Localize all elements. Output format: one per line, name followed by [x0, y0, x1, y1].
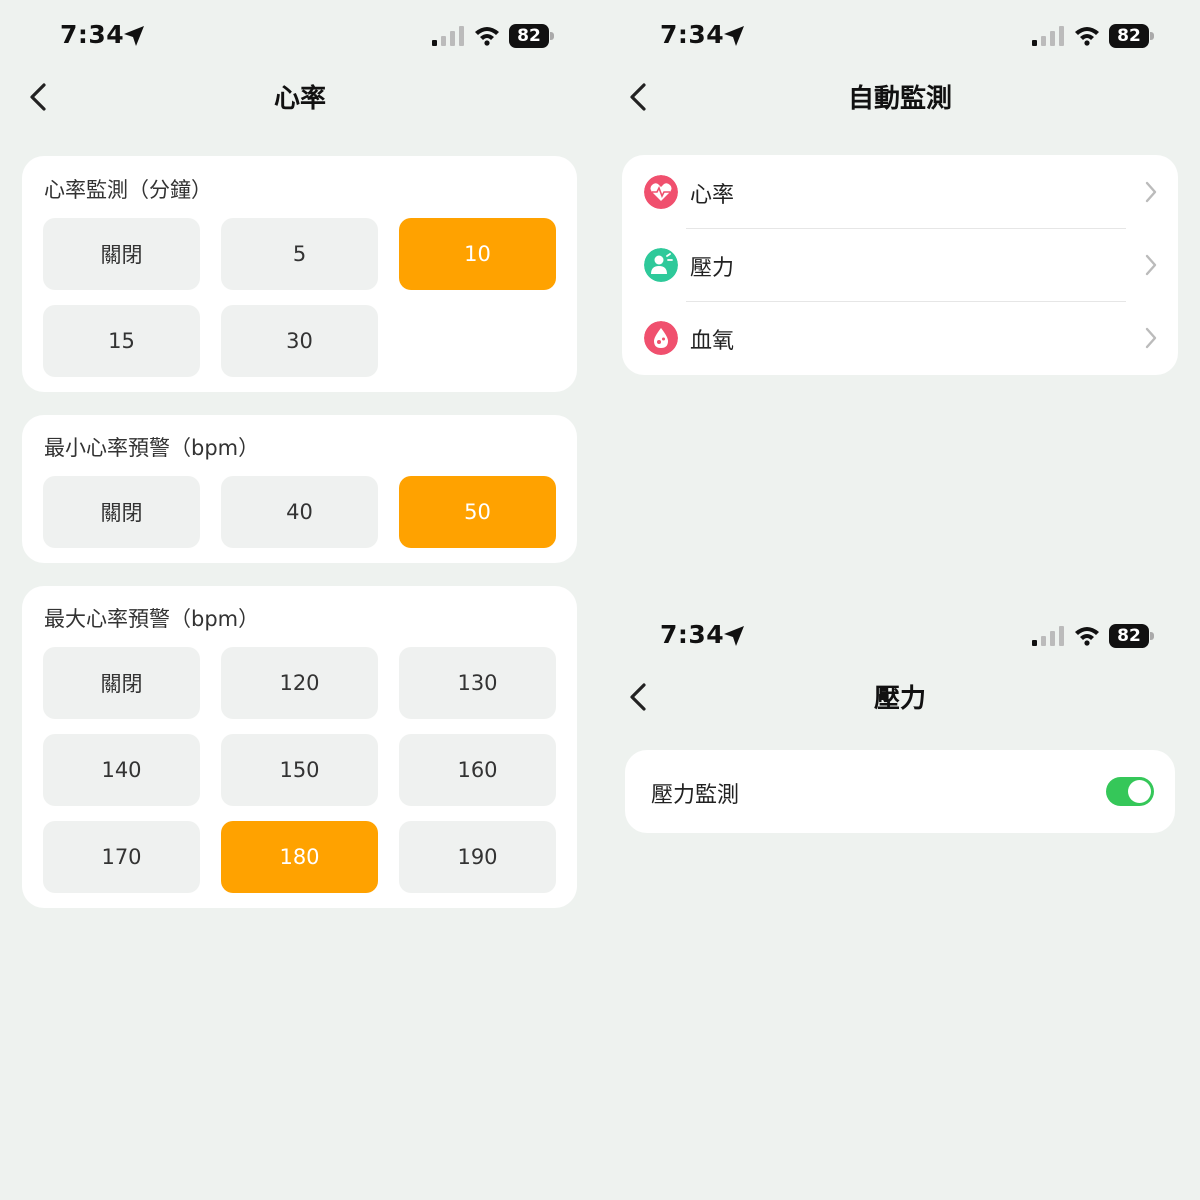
chevron-right-icon — [1145, 181, 1157, 203]
min-heart-rate-alert-card: 最小心率預警（bpm） 關閉 40 50 — [22, 415, 577, 563]
navigation-bar: 心率 — [0, 70, 600, 124]
auto-monitor-screen: 7:34 82 自動監測 心率 壓力 血氧 — [600, 0, 1200, 600]
setting-label: 壓力監測 — [651, 783, 740, 808]
heart-rate-monitor-card: 心率監測（分鐘） 關閉 5 10 15 30 — [22, 156, 577, 392]
option-130[interactable]: 130 — [399, 647, 556, 719]
battery-level: 82 — [1109, 24, 1149, 48]
option-50-selected[interactable]: 50 — [399, 476, 556, 548]
location-arrow-icon — [124, 26, 144, 46]
list-item-label: 血氧 — [690, 329, 735, 354]
navigation-bar: 自動監測 — [600, 70, 1200, 124]
option-170[interactable]: 170 — [43, 821, 200, 893]
status-bar: 7:34 82 — [600, 600, 1200, 670]
cellular-signal-icon — [1032, 626, 1064, 646]
blood-oxygen-icon — [644, 321, 678, 355]
navigation-bar: 壓力 — [600, 670, 1200, 724]
heart-rate-icon — [644, 175, 678, 209]
option-180-selected[interactable]: 180 — [221, 821, 378, 893]
max-heart-rate-alert-card: 最大心率預警（bpm） 關閉 120 130 140 150 160 170 1… — [22, 586, 577, 908]
option-10-selected[interactable]: 10 — [399, 218, 556, 290]
option-140[interactable]: 140 — [43, 734, 200, 806]
wifi-icon — [1075, 27, 1099, 46]
list-item-heart-rate[interactable]: 心率 — [622, 155, 1178, 228]
status-bar: 7:34 82 — [0, 0, 600, 70]
option-off[interactable]: 關閉 — [43, 218, 200, 290]
list-item-blood-oxygen[interactable]: 血氧 — [622, 301, 1178, 374]
stress-monitor-setting-row: 壓力監測 — [625, 750, 1175, 833]
page-title: 心率 — [273, 84, 326, 114]
location-arrow-icon — [724, 626, 744, 646]
option-40[interactable]: 40 — [221, 476, 378, 548]
option-off[interactable]: 關閉 — [43, 476, 200, 548]
card-title: 最小心率預警（bpm） — [44, 436, 260, 460]
stress-monitor-toggle[interactable] — [1106, 777, 1154, 806]
chevron-right-icon — [1145, 254, 1157, 276]
list-item-label: 壓力 — [690, 256, 735, 281]
option-150[interactable]: 150 — [221, 734, 378, 806]
option-off[interactable]: 關閉 — [43, 647, 200, 719]
cellular-signal-icon — [432, 26, 464, 46]
battery-indicator: 82 — [1109, 24, 1155, 48]
toggle-knob — [1128, 780, 1151, 803]
status-bar: 7:34 82 — [600, 0, 1200, 70]
battery-level: 82 — [1109, 624, 1149, 648]
battery-level: 82 — [509, 24, 549, 48]
page-title: 壓力 — [873, 684, 926, 714]
status-time: 7:34 — [660, 620, 725, 649]
status-time: 7:34 — [660, 20, 725, 49]
status-time: 7:34 — [60, 20, 125, 49]
battery-indicator: 82 — [509, 24, 555, 48]
option-15[interactable]: 15 — [43, 305, 200, 377]
page-title: 自動監測 — [847, 84, 952, 114]
card-title: 最大心率預警（bpm） — [44, 607, 260, 631]
option-120[interactable]: 120 — [221, 647, 378, 719]
option-160[interactable]: 160 — [399, 734, 556, 806]
stress-icon — [644, 248, 678, 282]
battery-indicator: 82 — [1109, 624, 1155, 648]
option-190[interactable]: 190 — [399, 821, 556, 893]
stress-screen: 7:34 82 壓力 壓力監測 — [600, 600, 1200, 1200]
option-30[interactable]: 30 — [221, 305, 378, 377]
auto-monitor-list: 心率 壓力 血氧 — [622, 155, 1178, 375]
list-item-stress[interactable]: 壓力 — [622, 228, 1178, 301]
list-item-label: 心率 — [690, 183, 735, 208]
card-title: 心率監測（分鐘） — [44, 178, 212, 202]
heart-rate-screen: 7:34 82 心率 心率監測（分鐘） 關閉 5 10 15 30 最小心率預警… — [0, 0, 600, 1200]
option-5[interactable]: 5 — [221, 218, 378, 290]
wifi-icon — [1075, 627, 1099, 646]
chevron-right-icon — [1145, 327, 1157, 349]
wifi-icon — [475, 27, 499, 46]
location-arrow-icon — [724, 26, 744, 46]
cellular-signal-icon — [1032, 26, 1064, 46]
